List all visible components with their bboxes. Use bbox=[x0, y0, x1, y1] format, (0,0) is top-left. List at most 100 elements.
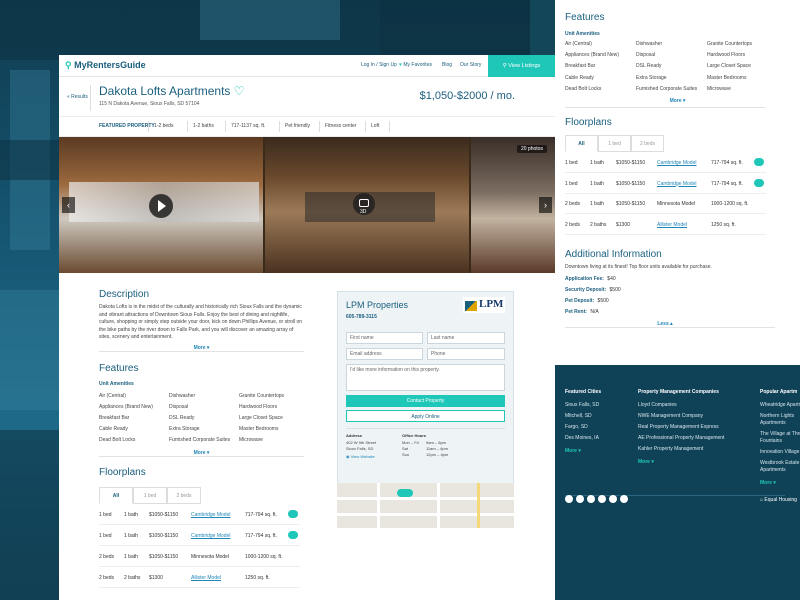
floorplan-model-link[interactable]: Allister Model bbox=[191, 575, 221, 581]
photo-gallery: 3D 20 photos ‹ › bbox=[59, 137, 555, 273]
amenity-item: Breakfast Bar bbox=[565, 63, 596, 70]
footer-link[interactable]: Mitchell, SD bbox=[565, 413, 635, 420]
contact-property-button[interactable]: Contact Property bbox=[346, 395, 505, 407]
amenity-item: Cable Ready bbox=[565, 74, 594, 81]
company-logo: LPM bbox=[463, 297, 505, 313]
map-marker-icon[interactable] bbox=[397, 489, 413, 497]
tag-divider bbox=[148, 121, 149, 132]
logo[interactable]: ⚲ MyRentersGuide bbox=[65, 60, 146, 71]
footer-link[interactable]: NWE Management Company bbox=[638, 413, 753, 420]
nav-our-story[interactable]: Our Story bbox=[460, 62, 481, 68]
footer-link[interactable]: Innovation Village bbox=[760, 449, 800, 456]
message-field[interactable]: I'd like more information on this proper… bbox=[346, 364, 505, 391]
view-website-link[interactable]: ◉ View Website bbox=[346, 454, 375, 459]
main-tab-2-beds[interactable]: 2 beds bbox=[167, 487, 201, 504]
footer-link[interactable]: Real Property Management Express bbox=[638, 424, 753, 431]
amenity-item: Furnished Corporate Suites bbox=[169, 437, 231, 443]
nav-login[interactable]: Log In / Sign Up bbox=[361, 62, 397, 68]
row-divider bbox=[99, 524, 300, 525]
row-divider bbox=[565, 172, 766, 173]
right-panel: Features Unit Amenities Air (Central) App… bbox=[555, 0, 800, 365]
instagram-icon[interactable] bbox=[620, 495, 628, 503]
twitter-icon[interactable] bbox=[565, 495, 573, 503]
footer-link[interactable]: The Village at Thre Fountains bbox=[760, 431, 800, 444]
google-plus-icon[interactable] bbox=[587, 495, 595, 503]
tab-1-bed[interactable]: 1 bed bbox=[598, 135, 631, 152]
footer-link[interactable]: Kahler Property Management bbox=[638, 446, 753, 453]
photo-living-room[interactable]: 3D bbox=[265, 137, 469, 273]
footer-companies-title: Property Management Companies bbox=[638, 389, 719, 395]
photo-kitchen[interactable] bbox=[59, 137, 263, 273]
floorplan-model-link[interactable]: Cambridge Model bbox=[191, 533, 230, 539]
footer-more-link[interactable]: More ▾ bbox=[760, 480, 776, 486]
tab-all[interactable]: All bbox=[565, 135, 598, 152]
feature-tag: FEATURED PROPERTY bbox=[99, 123, 155, 129]
wordpress-icon[interactable] bbox=[598, 495, 606, 503]
apply-online-button[interactable]: Apply Online bbox=[346, 410, 505, 422]
3d-view-icon[interactable] bbox=[754, 158, 764, 166]
last-name-field[interactable]: Last name bbox=[427, 332, 505, 344]
youtube-icon[interactable] bbox=[609, 495, 617, 503]
floorplan-sqft: 717-794 sq. ft. bbox=[245, 512, 277, 518]
address: 115 N Dakota Avenue, Sioux Falls, SD 571… bbox=[99, 101, 200, 107]
floorplan-beds: 1 bed bbox=[99, 512, 112, 518]
3d-view-icon[interactable] bbox=[288, 510, 298, 518]
features-more-link[interactable]: More ▾ bbox=[555, 98, 800, 104]
back-to-results-link[interactable]: « Results bbox=[67, 94, 88, 100]
contact-panel: LPM Properties 605-789-3115 LPM First na… bbox=[337, 291, 514, 484]
top-nav: ⚲ MyRentersGuide Log In / Sign Up ♥ My F… bbox=[59, 55, 555, 77]
amenity-item: Master Bedrooms bbox=[707, 74, 747, 81]
amenity-item: Granite Countertops bbox=[707, 41, 753, 47]
listing-card: ⚲ MyRentersGuide Log In / Sign Up ♥ My F… bbox=[59, 55, 555, 600]
floorplan-model-link[interactable]: Cambridge Model bbox=[191, 512, 230, 518]
footer-link[interactable]: Lloyd Companies bbox=[638, 402, 753, 409]
play-video-button[interactable] bbox=[149, 194, 173, 218]
floorplan-model-link[interactable]: Cambridge Model bbox=[657, 160, 696, 166]
floorplan-model-link[interactable]: Allister Model bbox=[657, 222, 687, 228]
footer-link[interactable]: AE Professional Property Management bbox=[638, 435, 753, 442]
floorplan-price: $1050-$1150 bbox=[149, 554, 179, 560]
favorite-heart-icon[interactable]: ♡ bbox=[234, 84, 245, 98]
floorplan-price: $1050-$1150 bbox=[616, 160, 646, 166]
email-field[interactable]: Email address bbox=[346, 348, 423, 360]
main-tab-1-bed[interactable]: 1 bed bbox=[133, 487, 167, 504]
gallery-prev-button[interactable]: ‹ bbox=[62, 197, 75, 213]
first-name-field[interactable]: First name bbox=[346, 332, 423, 344]
nav-blog[interactable]: Blog bbox=[442, 62, 452, 68]
amenity-item: Microwave bbox=[239, 437, 263, 443]
amenity-item: Large Closet Space bbox=[239, 415, 283, 421]
floorplan-sqft: 1250 sq. ft. bbox=[711, 221, 736, 228]
footer-more-link[interactable]: More ▾ bbox=[638, 459, 654, 465]
floorplan-price: $1050-$1150 bbox=[616, 201, 646, 207]
3d-view-icon[interactable] bbox=[754, 178, 764, 187]
footer-more-link[interactable]: More ▾ bbox=[565, 448, 581, 454]
amenity-item: Extra Storage bbox=[169, 426, 200, 432]
main-tab-all[interactable]: All bbox=[99, 487, 133, 504]
floorplan-baths: 1 bath bbox=[590, 180, 604, 187]
footer-link[interactable]: Des Moines, IA bbox=[565, 435, 635, 442]
footer-link[interactable]: Westbrook Estate Apartments bbox=[760, 460, 800, 473]
camera-icon bbox=[359, 199, 369, 207]
floorplan-model-link[interactable]: Cambridge Model bbox=[657, 181, 696, 187]
amenity-item: Dead Bolt Locks bbox=[99, 437, 136, 443]
tab-2-beds[interactable]: 2 beds bbox=[631, 135, 664, 152]
amenity-item: Air (Central) bbox=[565, 41, 592, 47]
amenity-item: Disposal bbox=[169, 404, 189, 410]
view-listings-button[interactable]: ⚲ View Listings bbox=[488, 55, 555, 77]
footer-link[interactable]: Northern Lights Apartments bbox=[760, 413, 800, 426]
footer-link[interactable]: Sioux Falls, SD bbox=[565, 402, 635, 409]
footer-link[interactable]: Fargo, SD bbox=[565, 424, 635, 431]
gallery-next-button[interactable]: › bbox=[539, 197, 552, 213]
floorplan-model-link: Minnesota Model bbox=[191, 554, 230, 560]
amenity-item: Hardwood Floors bbox=[707, 52, 746, 59]
fee-value: $500 bbox=[596, 298, 609, 304]
phone-field[interactable]: Phone bbox=[427, 348, 505, 360]
location-pin-icon: ⚲ bbox=[65, 60, 72, 70]
facebook-icon[interactable] bbox=[576, 495, 584, 503]
footer-link[interactable]: Wheatridge Apartm bbox=[760, 402, 800, 409]
floorplan-sqft: 717-794 sq. ft. bbox=[245, 533, 277, 539]
nav-favorites[interactable]: ♥ My Favorites bbox=[399, 62, 432, 68]
property-map[interactable] bbox=[337, 483, 514, 528]
3d-view-icon[interactable] bbox=[288, 531, 298, 539]
hours-day: Mon – Fri bbox=[402, 440, 419, 445]
